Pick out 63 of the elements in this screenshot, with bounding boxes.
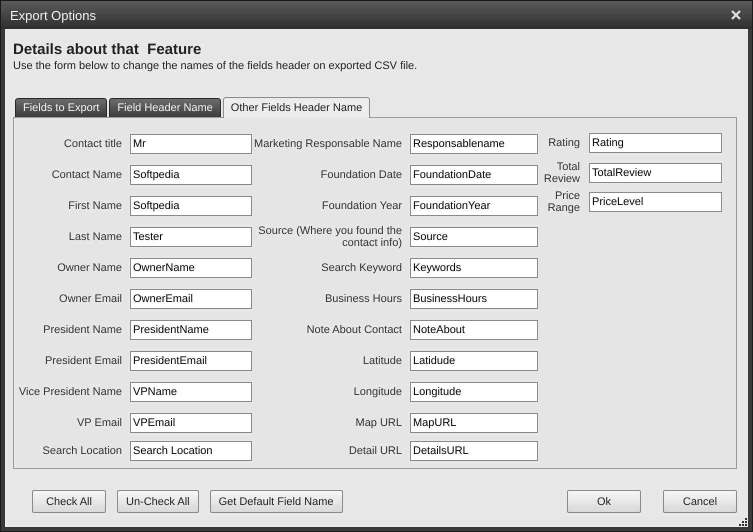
field-label: Note About Contact — [306, 324, 403, 336]
input-field[interactable]: Tester — [130, 226, 252, 246]
field-label: Map URL — [354, 416, 403, 428]
field-label: Foundation Date — [320, 168, 403, 180]
field-label: VP Email — [76, 416, 123, 428]
input-field[interactable]: Softpedia — [130, 164, 252, 184]
field-label: Foundation Year — [320, 200, 403, 212]
field-label: Longitude — [352, 386, 403, 398]
input-field[interactable]: Latidude — [410, 350, 538, 370]
input-field[interactable]: FoundationDate — [410, 164, 538, 184]
input-field[interactable]: Softpedia — [130, 196, 252, 216]
input-field[interactable]: BusinessHours — [410, 288, 538, 308]
input-field[interactable]: Source — [410, 226, 538, 246]
field-label: Detail URL — [348, 445, 403, 457]
dialog-heading: Details about that Feature — [13, 41, 202, 58]
input-field[interactable]: Rating — [589, 133, 722, 153]
button[interactable]: Get Default Field Name — [210, 490, 343, 513]
field-label: Business Hours — [324, 292, 403, 304]
button[interactable]: Un-Check All — [117, 490, 199, 513]
field-label: First Name — [67, 200, 123, 212]
input-field[interactable]: MapURL — [410, 412, 538, 432]
field-label: Last Name — [68, 230, 123, 242]
field-label: Owner Name — [56, 262, 123, 274]
input-field[interactable]: OwnerEmail — [130, 288, 252, 308]
field-label: Price Range — [546, 190, 581, 214]
input-field[interactable]: Longitude — [410, 382, 538, 402]
field-label: Latitude — [362, 354, 403, 366]
input-field[interactable]: Search Location — [130, 441, 252, 461]
input-field[interactable]: FoundationYear — [410, 196, 538, 216]
input-field[interactable]: DetailsURL — [410, 441, 538, 461]
input-field[interactable]: Keywords — [410, 258, 538, 278]
field-label: Marketing Responsable Name — [253, 138, 403, 150]
input-field[interactable]: Responsablename — [410, 134, 538, 154]
field-label: Rating — [547, 137, 581, 149]
close-icon[interactable] — [731, 10, 741, 20]
field-label: Owner Email — [58, 292, 123, 304]
input-field[interactable]: VPEmail — [130, 412, 252, 432]
field-label: Contact Name — [50, 168, 123, 180]
field-label: Vice President Name — [18, 386, 123, 398]
resize-grip-icon[interactable] — [738, 517, 747, 526]
field-label: Source (Where you found the contact info) — [257, 224, 403, 248]
input-field[interactable]: OwnerName — [130, 258, 252, 278]
input-field[interactable]: PresidentName — [130, 320, 252, 340]
button[interactable]: Ok — [567, 490, 641, 513]
field-label: Search Location — [42, 445, 123, 457]
field-label: President Name — [42, 324, 123, 336]
input-field[interactable]: VPName — [130, 382, 252, 402]
field-label: Contact title — [62, 138, 123, 150]
tab[interactable]: Field Header Name — [109, 98, 221, 117]
button[interactable]: Cancel — [663, 490, 737, 513]
field-label: President Email — [44, 354, 123, 366]
tab[interactable]: Other Fields Header Name — [222, 97, 370, 118]
tab[interactable]: Fields to Export — [15, 98, 108, 117]
input-field[interactable]: NoteAbout — [410, 320, 538, 340]
input-field[interactable]: PresidentEmail — [130, 350, 252, 370]
input-field[interactable]: PriceLevel — [589, 192, 722, 212]
input-field[interactable]: Mr — [130, 134, 252, 154]
dialog-description: Use the form below to change the names of the fields header on exported CSV file. — [13, 60, 418, 72]
window-title: Export Options — [10, 8, 96, 22]
button[interactable]: Check All — [32, 490, 106, 513]
field-label: Search Keyword — [320, 262, 403, 274]
field-label: Total Review — [542, 160, 581, 184]
input-field[interactable]: TotalReview — [589, 162, 722, 182]
